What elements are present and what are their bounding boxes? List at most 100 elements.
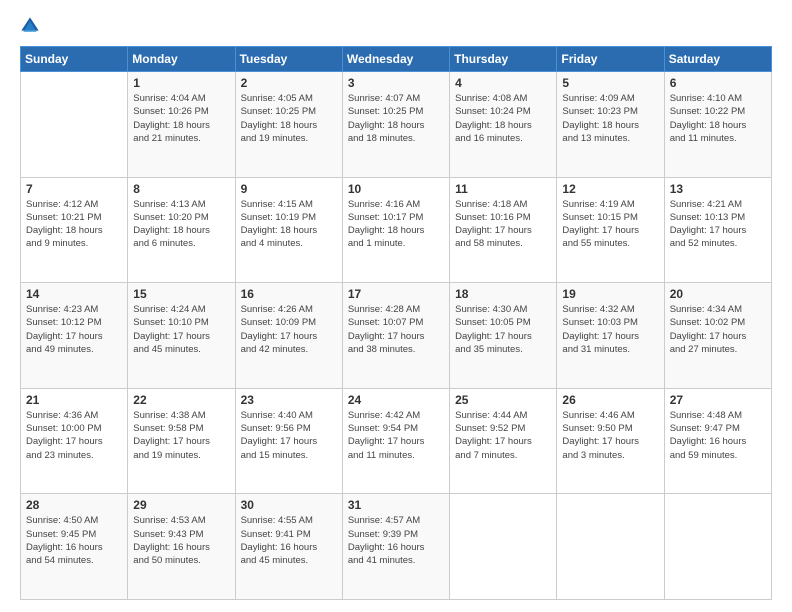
- week-row-1: 7 Sunrise: 4:12 AM Sunset: 10:21 PM Dayli…: [21, 177, 772, 283]
- day-number: 7: [26, 182, 122, 196]
- day-info: Sunrise: 4:40 AM Sunset: 9:56 PM Dayligh…: [241, 409, 337, 462]
- calendar-cell: 1 Sunrise: 4:04 AM Sunset: 10:26 PM Dayli…: [128, 72, 235, 178]
- day-info: Sunrise: 4:46 AM Sunset: 9:50 PM Dayligh…: [562, 409, 658, 462]
- calendar-cell: 12 Sunrise: 4:19 AM Sunset: 10:15 PM Dayl…: [557, 177, 664, 283]
- calendar-cell: 11 Sunrise: 4:18 AM Sunset: 10:16 PM Dayl…: [450, 177, 557, 283]
- calendar-cell: 8 Sunrise: 4:13 AM Sunset: 10:20 PM Dayli…: [128, 177, 235, 283]
- calendar-cell: 10 Sunrise: 4:16 AM Sunset: 10:17 PM Dayl…: [342, 177, 449, 283]
- calendar-cell: 29 Sunrise: 4:53 AM Sunset: 9:43 PM Dayli…: [128, 494, 235, 600]
- day-info: Sunrise: 4:08 AM Sunset: 10:24 PM Daylig…: [455, 92, 551, 145]
- day-info: Sunrise: 4:50 AM Sunset: 9:45 PM Dayligh…: [26, 514, 122, 567]
- day-number: 26: [562, 393, 658, 407]
- header-row: SundayMondayTuesdayWednesdayThursdayFrid…: [21, 47, 772, 72]
- day-number: 18: [455, 287, 551, 301]
- header-day-friday: Friday: [557, 47, 664, 72]
- day-number: 13: [670, 182, 766, 196]
- day-info: Sunrise: 4:32 AM Sunset: 10:03 PM Daylig…: [562, 303, 658, 356]
- day-info: Sunrise: 4:13 AM Sunset: 10:20 PM Daylig…: [133, 198, 229, 251]
- logo: [20, 16, 44, 36]
- day-number: 20: [670, 287, 766, 301]
- calendar-cell: 5Sunrise: 4:09 AM Sunset: 10:23 PM Dayli…: [557, 72, 664, 178]
- day-info: Sunrise: 4:24 AM Sunset: 10:10 PM Daylig…: [133, 303, 229, 356]
- day-info: Sunrise: 4:34 AM Sunset: 10:02 PM Daylig…: [670, 303, 766, 356]
- day-info: Sunrise: 4:26 AM Sunset: 10:09 PM Daylig…: [241, 303, 337, 356]
- day-info: Sunrise: 4:18 AM Sunset: 10:16 PM Daylig…: [455, 198, 551, 251]
- header-day-saturday: Saturday: [664, 47, 771, 72]
- day-number: 8: [133, 182, 229, 196]
- day-number: 27: [670, 393, 766, 407]
- calendar-cell: 16 Sunrise: 4:26 AM Sunset: 10:09 PM Dayl…: [235, 283, 342, 389]
- day-number: 31: [348, 498, 444, 512]
- day-number: 22: [133, 393, 229, 407]
- calendar-cell: 30 Sunrise: 4:55 AM Sunset: 9:41 PM Dayli…: [235, 494, 342, 600]
- day-info: Sunrise: 4:04 AM Sunset: 10:26 PM Daylig…: [133, 92, 229, 145]
- day-number: 3: [348, 76, 444, 90]
- day-number: 6: [670, 76, 766, 90]
- calendar-cell: 25Sunrise: 4:44 AM Sunset: 9:52 PM Dayli…: [450, 388, 557, 494]
- calendar-cell: 21 Sunrise: 4:36 AM Sunset: 10:00 PM Dayl…: [21, 388, 128, 494]
- header-day-wednesday: Wednesday: [342, 47, 449, 72]
- day-number: 30: [241, 498, 337, 512]
- calendar-cell: 18 Sunrise: 4:30 AM Sunset: 10:05 PM Dayl…: [450, 283, 557, 389]
- day-number: 28: [26, 498, 122, 512]
- calendar-cell: 17Sunrise: 4:28 AM Sunset: 10:07 PM Dayl…: [342, 283, 449, 389]
- day-number: 14: [26, 287, 122, 301]
- week-row-4: 28 Sunrise: 4:50 AM Sunset: 9:45 PM Dayli…: [21, 494, 772, 600]
- day-number: 19: [562, 287, 658, 301]
- day-info: Sunrise: 4:30 AM Sunset: 10:05 PM Daylig…: [455, 303, 551, 356]
- calendar-cell: 22 Sunrise: 4:38 AM Sunset: 9:58 PM Dayli…: [128, 388, 235, 494]
- calendar-cell: 26 Sunrise: 4:46 AM Sunset: 9:50 PM Dayli…: [557, 388, 664, 494]
- day-info: Sunrise: 4:16 AM Sunset: 10:17 PM Daylig…: [348, 198, 444, 251]
- calendar-cell: 14Sunrise: 4:23 AM Sunset: 10:12 PM Dayl…: [21, 283, 128, 389]
- calendar-cell: [557, 494, 664, 600]
- calendar-cell: 24 Sunrise: 4:42 AM Sunset: 9:54 PM Dayli…: [342, 388, 449, 494]
- day-info: Sunrise: 4:36 AM Sunset: 10:00 PM Daylig…: [26, 409, 122, 462]
- header-day-thursday: Thursday: [450, 47, 557, 72]
- day-number: 29: [133, 498, 229, 512]
- day-number: 24: [348, 393, 444, 407]
- day-number: 15: [133, 287, 229, 301]
- day-number: 2: [241, 76, 337, 90]
- header-day-monday: Monday: [128, 47, 235, 72]
- day-info: Sunrise: 4:07 AM Sunset: 10:25 PM Daylig…: [348, 92, 444, 145]
- day-info: Sunrise: 4:55 AM Sunset: 9:41 PM Dayligh…: [241, 514, 337, 567]
- day-number: 5: [562, 76, 658, 90]
- day-info: Sunrise: 4:42 AM Sunset: 9:54 PM Dayligh…: [348, 409, 444, 462]
- calendar-cell: 2Sunrise: 4:05 AM Sunset: 10:25 PM Dayli…: [235, 72, 342, 178]
- calendar-cell: 13 Sunrise: 4:21 AM Sunset: 10:13 PM Dayl…: [664, 177, 771, 283]
- page: SundayMondayTuesdayWednesdayThursdayFrid…: [0, 0, 792, 612]
- week-row-2: 14Sunrise: 4:23 AM Sunset: 10:12 PM Dayl…: [21, 283, 772, 389]
- calendar-cell: 31Sunrise: 4:57 AM Sunset: 9:39 PM Dayli…: [342, 494, 449, 600]
- calendar-cell: [664, 494, 771, 600]
- header: [20, 16, 772, 36]
- day-info: Sunrise: 4:48 AM Sunset: 9:47 PM Dayligh…: [670, 409, 766, 462]
- day-info: Sunrise: 4:44 AM Sunset: 9:52 PM Dayligh…: [455, 409, 551, 462]
- calendar: SundayMondayTuesdayWednesdayThursdayFrid…: [20, 46, 772, 600]
- day-number: 10: [348, 182, 444, 196]
- header-day-sunday: Sunday: [21, 47, 128, 72]
- day-number: 17: [348, 287, 444, 301]
- day-info: Sunrise: 4:38 AM Sunset: 9:58 PM Dayligh…: [133, 409, 229, 462]
- day-number: 1: [133, 76, 229, 90]
- calendar-cell: [21, 72, 128, 178]
- calendar-cell: [450, 494, 557, 600]
- day-info: Sunrise: 4:21 AM Sunset: 10:13 PM Daylig…: [670, 198, 766, 251]
- day-info: Sunrise: 4:19 AM Sunset: 10:15 PM Daylig…: [562, 198, 658, 251]
- calendar-cell: 6Sunrise: 4:10 AM Sunset: 10:22 PM Dayli…: [664, 72, 771, 178]
- day-number: 23: [241, 393, 337, 407]
- day-info: Sunrise: 4:53 AM Sunset: 9:43 PM Dayligh…: [133, 514, 229, 567]
- calendar-cell: 28 Sunrise: 4:50 AM Sunset: 9:45 PM Dayli…: [21, 494, 128, 600]
- logo-icon: [20, 16, 40, 36]
- day-number: 21: [26, 393, 122, 407]
- calendar-cell: 27 Sunrise: 4:48 AM Sunset: 9:47 PM Dayli…: [664, 388, 771, 494]
- week-row-3: 21 Sunrise: 4:36 AM Sunset: 10:00 PM Dayl…: [21, 388, 772, 494]
- day-number: 12: [562, 182, 658, 196]
- calendar-cell: 20 Sunrise: 4:34 AM Sunset: 10:02 PM Dayl…: [664, 283, 771, 389]
- day-info: Sunrise: 4:15 AM Sunset: 10:19 PM Daylig…: [241, 198, 337, 251]
- header-day-tuesday: Tuesday: [235, 47, 342, 72]
- day-number: 11: [455, 182, 551, 196]
- day-number: 9: [241, 182, 337, 196]
- day-info: Sunrise: 4:12 AM Sunset: 10:21 PM Daylig…: [26, 198, 122, 251]
- calendar-cell: 15 Sunrise: 4:24 AM Sunset: 10:10 PM Dayl…: [128, 283, 235, 389]
- day-number: 16: [241, 287, 337, 301]
